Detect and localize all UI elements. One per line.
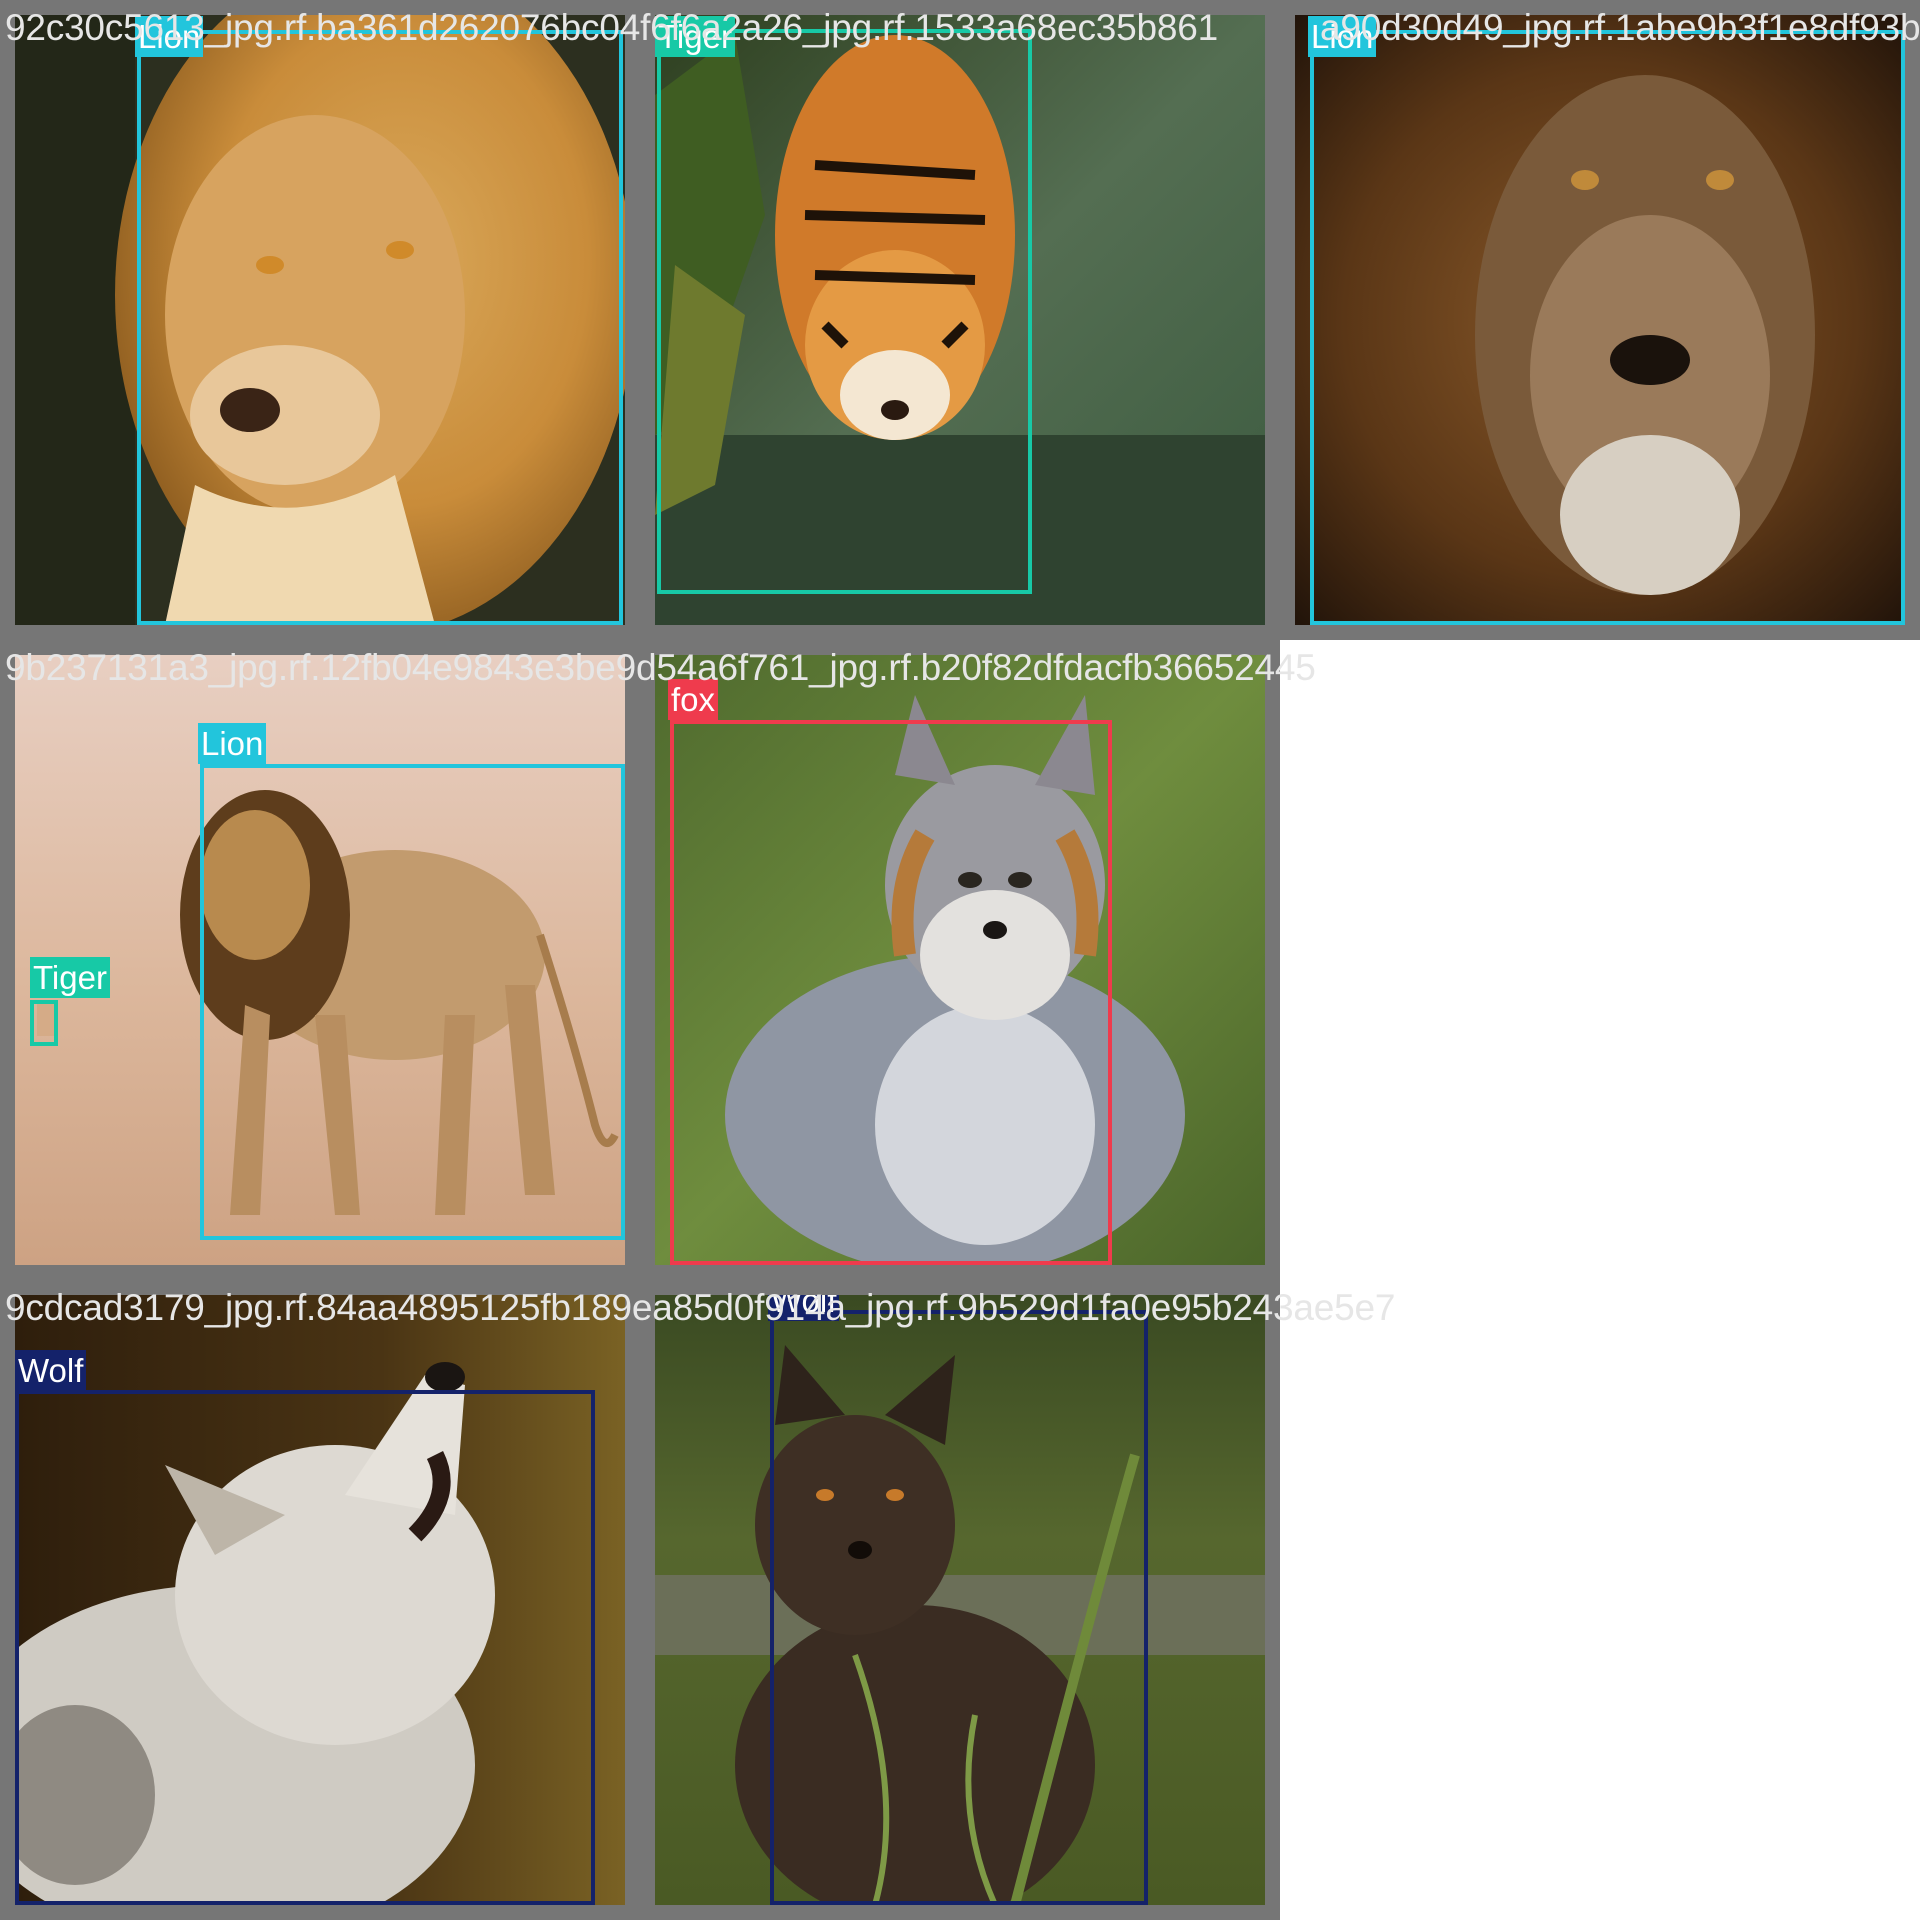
bbox-label-lion: Lion bbox=[198, 723, 267, 764]
bbox-tiger bbox=[657, 29, 1032, 594]
bbox-lion bbox=[137, 30, 623, 625]
image-tile: fox bbox=[640, 640, 1280, 1280]
image-tile: Tiger bbox=[640, 0, 1280, 640]
bbox-wolf bbox=[770, 1310, 1148, 1905]
image-filename: a90d30d49_jpg.rf.1abe9b3f1e8df93b bbox=[1320, 7, 1920, 48]
image-tile: Wolf bbox=[640, 1280, 1280, 1920]
bbox-tiger bbox=[30, 1000, 58, 1046]
image-tile: Lion Tiger bbox=[0, 640, 640, 1280]
image-tile: Lion bbox=[0, 0, 640, 640]
bbox-wolf bbox=[15, 1390, 595, 1905]
image-tile: Lion bbox=[1280, 0, 1920, 640]
image-filename: 92c30c5613_jpg.rf.ba361d262076bc04f6f6a2… bbox=[5, 7, 1219, 48]
bbox-lion bbox=[1310, 30, 1905, 625]
detection-mosaic: Lion Tiger Lion Lion Tiger fox Wolf Wolf… bbox=[0, 0, 1920, 1920]
bbox-label-tiger: Tiger bbox=[30, 957, 110, 998]
bbox-label-wolf: Wolf bbox=[15, 1350, 87, 1391]
bbox-lion bbox=[200, 764, 625, 1240]
image-filename: 9cdcad3179_jpg.rf.84aa4895125fb189ea85d0… bbox=[5, 1287, 1396, 1328]
image-filename: 9b237131a3_jpg.rf.12fb04e9843e3be9d54a6f… bbox=[5, 647, 1316, 688]
bbox-fox bbox=[670, 720, 1112, 1265]
image-tile: Wolf bbox=[0, 1280, 640, 1920]
